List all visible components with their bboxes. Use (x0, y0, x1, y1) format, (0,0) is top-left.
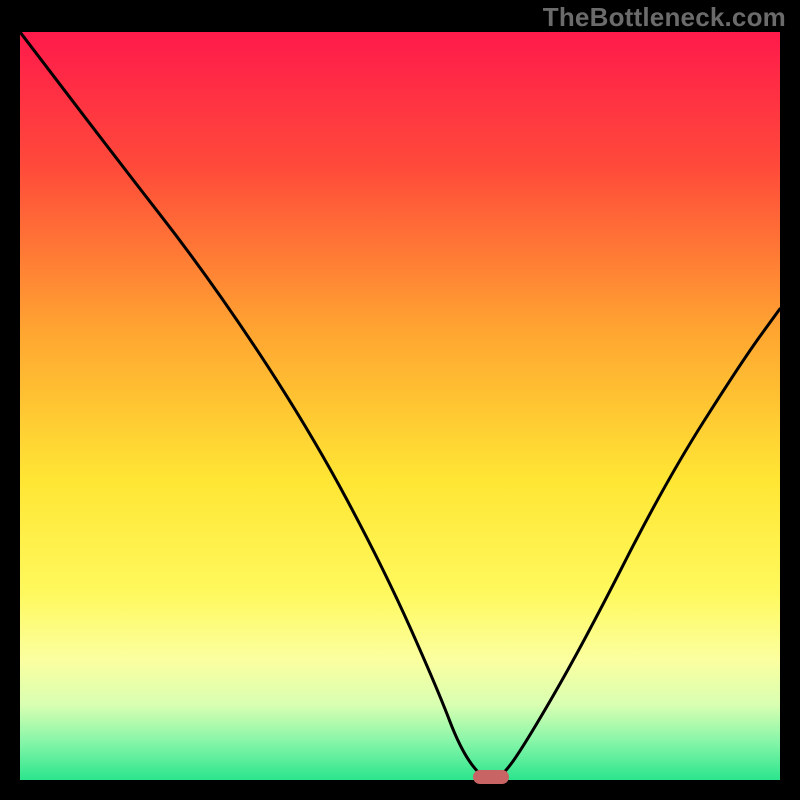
chart-frame: TheBottleneck.com (0, 0, 800, 800)
bottleneck-chart (20, 32, 780, 780)
watermark-label: TheBottleneck.com (543, 2, 786, 33)
plot-background (20, 32, 780, 780)
optimal-marker (473, 770, 509, 784)
